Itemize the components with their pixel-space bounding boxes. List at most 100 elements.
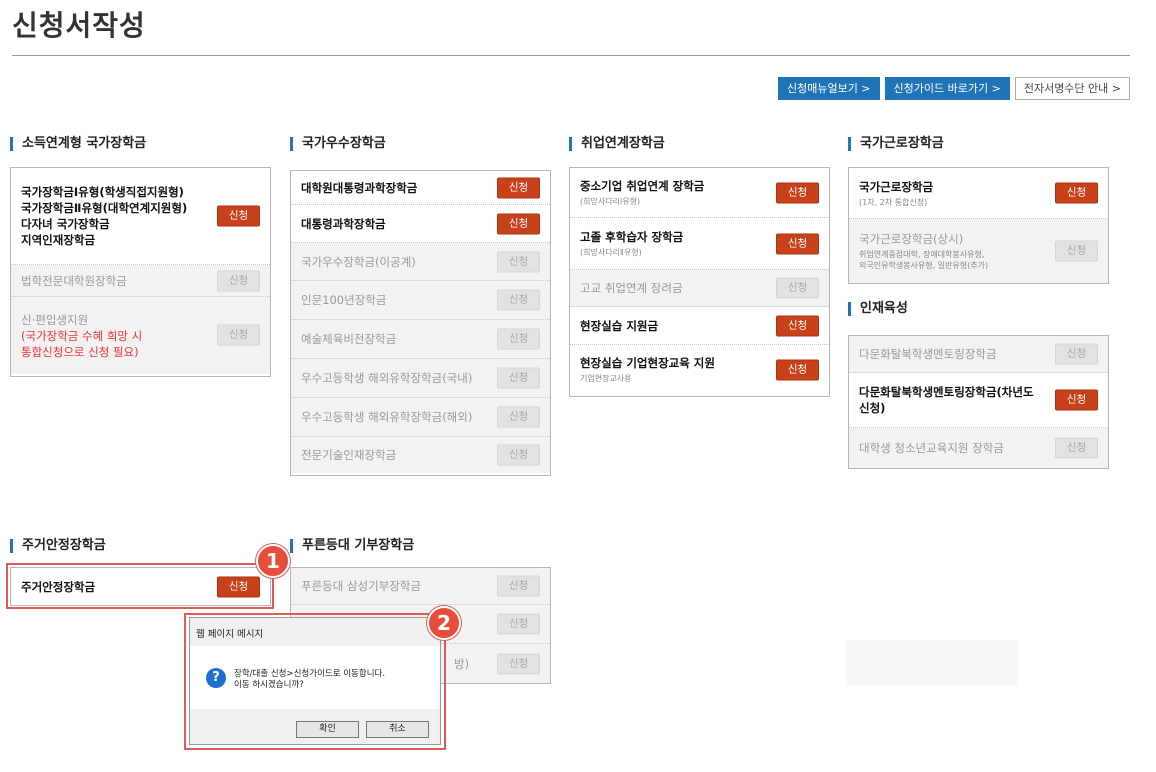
- item-label: 다자녀 국가장학금: [21, 217, 110, 231]
- list-item: 국가근로장학금(상시) 취업연계중점대학, 장애대학봉사유형, 외국인유학생봉사유형…: [849, 219, 1108, 283]
- apply-button: 신청: [1055, 240, 1098, 262]
- list-item: 현장실습 기업현장교육 지원기업현장교사용 신청: [570, 345, 829, 394]
- item-label: 다문화탈북학생멘토링장학금: [859, 347, 997, 361]
- item-note: (국가장학금 수혜 희망 시: [21, 328, 143, 343]
- apply-button[interactable]: 신청: [497, 177, 540, 198]
- section-title-donation: 푸른등대 기부장학금: [290, 539, 414, 553]
- item-label: 고교 취업연계 장려금: [580, 281, 683, 295]
- section-title-housing: 주거안정장학금: [10, 539, 106, 553]
- item-label: 푸른등대 삼성기부장학금: [301, 579, 422, 593]
- apply-button: 신청: [497, 444, 540, 466]
- employment-scholarship-box: 중소기업 취업연계 장학금 (희망사다리Ⅰ유형) 신청 고졸 후학습자 장학금 (희망…: [569, 167, 830, 397]
- section-title-employment: 취업연계장학금: [569, 137, 665, 151]
- item-label: 우수고등학생 해외유학장학금(해외): [301, 410, 473, 424]
- apply-button: 신청: [217, 270, 260, 291]
- apply-button[interactable]: 신청: [1055, 389, 1098, 411]
- item-label: 법학전문대학원장학금: [21, 273, 127, 288]
- list-item: 우수고등학생 해외유학장학금(국내) 신청: [291, 359, 550, 398]
- title-divider: [12, 55, 1130, 56]
- list-item: 다문화탈북학생멘토링장학금(차년도신청) 신청: [849, 373, 1108, 428]
- item-label: 예술체육비전장학금: [301, 332, 397, 346]
- apply-button[interactable]: 신청: [217, 205, 260, 227]
- item-label: 국가장학금Ⅰ유형(학생직접지원형): [21, 185, 184, 199]
- item-label: 전문기술인재장학금: [301, 448, 397, 462]
- list-item: 신·편입생지원 (국가장학금 수혜 희망 시 통합신청으로 신청 필요) 신청: [11, 297, 270, 374]
- item-label: 신·편입생지원: [21, 312, 89, 327]
- excellence-scholarship-box: 대학원대통령과학장학금 신청 대통령과학장학금 신청 국가우수장학금(이공계) 신청 …: [290, 170, 551, 476]
- apply-button: 신청: [776, 277, 819, 299]
- list-item: 고교 취업연계 장려금 신청: [570, 270, 829, 307]
- item-label: 국가장학금Ⅱ유형(대학연계지원형): [21, 201, 188, 215]
- highlight-box-1: [6, 563, 274, 609]
- item-label: 지역인재장학금: [21, 233, 96, 247]
- list-item: 푸른등대 삼성기부장학금 신청: [291, 568, 550, 605]
- apply-button[interactable]: 신청: [776, 315, 819, 336]
- item-note: 통합신청으로 신청 필요): [21, 344, 139, 359]
- item-sub: (희망사다리Ⅰ유형): [580, 197, 641, 206]
- step-badge-2: 2: [427, 606, 461, 640]
- item-label: 다문화탈북학생멘토링장학금(차년도: [859, 385, 1034, 399]
- section-title-work: 국가근로장학금: [848, 137, 944, 151]
- item-label: 국가근로장학금(상시): [859, 232, 964, 246]
- section-title-talent: 인재육성: [848, 302, 908, 316]
- item-label: 대학생 청소년교육지원 장학금: [859, 441, 1004, 455]
- item-sub: 기업현장교사용: [580, 374, 632, 383]
- list-item: 우수고등학생 해외유학장학금(해외) 신청: [291, 398, 550, 437]
- list-item: 대통령과학장학금 신청: [291, 205, 550, 243]
- list-item: 국가근로장학금 (1차, 2차 통합신청) 신청: [849, 168, 1108, 219]
- apply-button: 신청: [217, 324, 260, 346]
- item-label: 현장실습 지원금: [580, 318, 659, 333]
- item-label: 방): [454, 656, 470, 671]
- item-label: 현장실습 기업현장교육 지원: [580, 356, 715, 370]
- item-label: 신청): [859, 401, 886, 415]
- list-item: 인문100년장학금 신청: [291, 281, 550, 320]
- guide-button[interactable]: 신청가이드 바로가기 >: [884, 77, 1010, 100]
- item-label: 우수고등학생 해외유학장학금(국내): [301, 371, 473, 385]
- list-item: 대학생 청소년교육지원 장학금 신청: [849, 428, 1108, 468]
- blank-area: [846, 640, 1018, 686]
- section-title-excellence: 국가우수장학금: [290, 137, 386, 151]
- apply-button[interactable]: 신청: [776, 182, 819, 203]
- apply-button: 신청: [497, 328, 540, 350]
- apply-button: 신청: [497, 251, 540, 272]
- apply-button[interactable]: 신청: [776, 359, 819, 380]
- item-sub: (1차, 2차 통합신청): [859, 197, 928, 207]
- apply-button: 신청: [1055, 437, 1098, 459]
- list-item: 국가우수장학금(이공계) 신청: [291, 243, 550, 281]
- list-item: 중소기업 취업연계 장학금 (희망사다리Ⅰ유형) 신청: [570, 168, 829, 218]
- apply-button: 신청: [497, 289, 540, 311]
- item-label: 인문100년장학금: [301, 293, 387, 307]
- apply-button: 신청: [497, 367, 540, 389]
- top-button-bar: 신청매뉴얼보기 > 신청가이드 바로가기 > 전자서명수단 안내 >: [777, 77, 1130, 100]
- section-title-income: 소득연계형 국가장학금: [10, 137, 146, 151]
- item-sub: (희망사다리Ⅱ유형): [580, 248, 642, 257]
- apply-button: 신청: [1055, 343, 1098, 365]
- apply-button: 신청: [497, 653, 540, 674]
- apply-button[interactable]: 신청: [497, 213, 540, 234]
- item-sub: 취업연계중점대학, 장애대학봉사유형,: [859, 250, 985, 259]
- list-item: 국가장학금Ⅰ유형(학생직접지원형) 국가장학금Ⅱ유형(대학연계지원형) 다자녀 …: [11, 168, 270, 265]
- apply-button: 신청: [497, 575, 540, 597]
- item-label: 고졸 후학습자 장학금: [580, 230, 684, 244]
- apply-button: 신청: [497, 613, 540, 635]
- apply-button[interactable]: 신청: [776, 233, 819, 254]
- talent-scholarship-box: 다문화탈북학생멘토링장학금 신청 다문화탈북학생멘토링장학금(차년도 신청) 신청 대…: [848, 335, 1109, 469]
- step-badge-1: 1: [256, 544, 290, 578]
- list-item: 전문기술인재장학금 신청: [291, 437, 550, 473]
- list-item: 다문화탈북학생멘토링장학금 신청: [849, 336, 1108, 373]
- page-title: 신청서작성: [12, 9, 146, 42]
- apply-button[interactable]: 신청: [1055, 182, 1098, 204]
- item-label: 중소기업 취업연계 장학금: [580, 179, 705, 193]
- list-item: 법학전문대학원장학금 신청: [11, 265, 270, 297]
- item-label: 대학원대통령과학장학금: [301, 180, 418, 195]
- e-signature-guide-button[interactable]: 전자서명수단 안내 >: [1014, 77, 1130, 100]
- item-label: 국가근로장학금: [859, 179, 934, 194]
- income-scholarship-box: 국가장학금Ⅰ유형(학생직접지원형) 국가장학금Ⅱ유형(대학연계지원형) 다자녀 …: [10, 167, 271, 377]
- highlight-box-2: [184, 613, 446, 750]
- manual-button[interactable]: 신청매뉴얼보기 >: [777, 77, 880, 100]
- list-item: 현장실습 지원금 신청: [570, 307, 829, 345]
- item-label: 국가우수장학금(이공계): [301, 254, 416, 269]
- list-item: 예술체육비전장학금 신청: [291, 320, 550, 359]
- item-sub: 외국인유학생봉사유형, 일반유형(추가): [859, 261, 989, 270]
- apply-button: 신청: [497, 406, 540, 428]
